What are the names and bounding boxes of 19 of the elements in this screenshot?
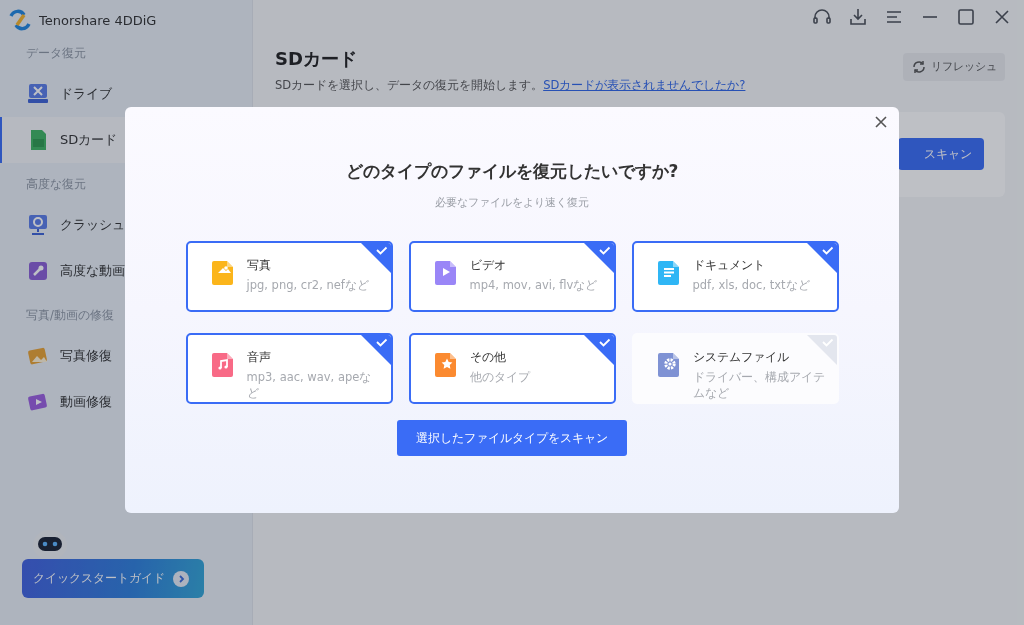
file-type-formats: pdf, xls, doc, txtなど [692, 278, 810, 294]
sidebar-section-heading: 高度な復元 [25, 176, 87, 193]
dialog-subtitle: 必要なファイルをより速く復元 [435, 195, 589, 210]
file-type-name: ドキュメント [692, 257, 766, 274]
dialog-title: どのタイプのファイルを復元したいですか? [345, 160, 679, 183]
file-type-name: 写真 [246, 257, 272, 274]
sidebar-section-heading: 写真/動画の修復 [25, 307, 115, 324]
file-type-formats: 他のタイプ [469, 370, 530, 386]
page-title: SDカード [275, 47, 358, 71]
file-type-formats: ドライバー、構成アイテムなど [692, 370, 826, 402]
page-description: SDカードを選択し、データの復元を開始します。SDカードが表示されませんでしたか? [275, 78, 746, 93]
file-type-name: その他 [469, 349, 507, 366]
file-type-formats: mp3, aac, wav, apeなど [246, 370, 373, 402]
file-type-formats: jpg, png, cr2, nefなど [246, 278, 369, 294]
file-type-name: システムファイル [692, 349, 790, 366]
file-type-formats: mp4, mov, avi, flvなど [469, 278, 598, 294]
app-title: Tenorshare 4DDiG [39, 12, 157, 28]
file-type-name: 音声 [246, 349, 272, 366]
file-type-name: ビデオ [469, 257, 507, 274]
